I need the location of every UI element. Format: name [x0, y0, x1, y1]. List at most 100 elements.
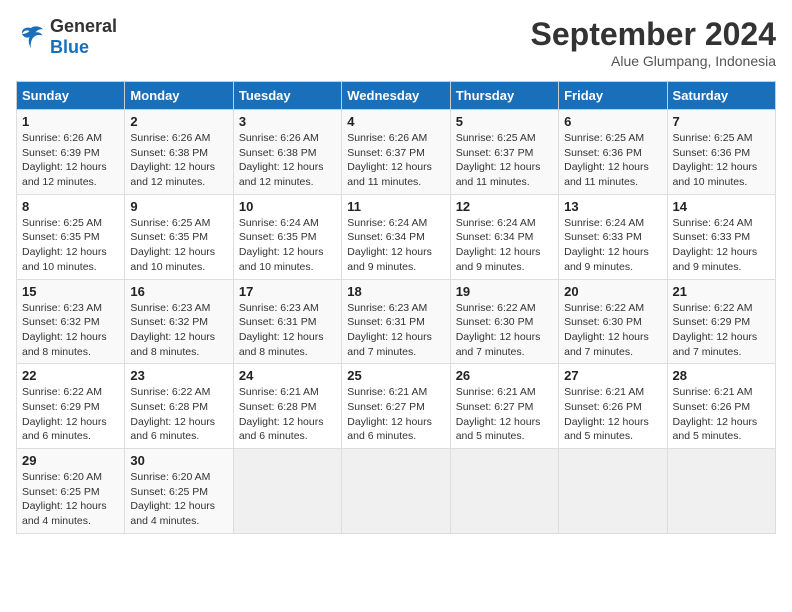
calendar-cell: 29 Sunrise: 6:20 AM Sunset: 6:25 PM Dayli…: [17, 449, 125, 534]
day-detail: Sunrise: 6:26 AM Sunset: 6:38 PM Dayligh…: [130, 131, 227, 190]
calendar-cell: 26Sunrise: 6:21 AM Sunset: 6:27 PM Dayli…: [450, 364, 558, 449]
day-detail: Sunrise: 6:23 AM Sunset: 6:32 PM Dayligh…: [22, 301, 119, 360]
calendar-day-header: Friday: [559, 82, 667, 110]
calendar-cell: 19 Sunrise: 6:22 AM Sunset: 6:30 PM Dayli…: [450, 279, 558, 364]
day-detail: Sunrise: 6:24 AM Sunset: 6:33 PM Dayligh…: [564, 216, 661, 275]
day-detail: Sunrise: 6:21 AM Sunset: 6:27 PM Dayligh…: [347, 385, 444, 444]
calendar-day-header: Sunday: [17, 82, 125, 110]
calendar-cell: 21Sunrise: 6:22 AM Sunset: 6:29 PM Dayli…: [667, 279, 775, 364]
day-detail: Sunrise: 6:22 AM Sunset: 6:28 PM Dayligh…: [130, 385, 227, 444]
calendar-cell: 12 Sunrise: 6:24 AM Sunset: 6:34 PM Dayli…: [450, 194, 558, 279]
calendar-week-row: 29 Sunrise: 6:20 AM Sunset: 6:25 PM Dayli…: [17, 449, 776, 534]
calendar-cell: 23 Sunrise: 6:22 AM Sunset: 6:28 PM Dayli…: [125, 364, 233, 449]
page-header: General Blue September 2024 Alue Glumpan…: [16, 16, 776, 69]
day-number: 16: [130, 284, 227, 299]
calendar-cell: [559, 449, 667, 534]
calendar-week-row: 22Sunrise: 6:22 AM Sunset: 6:29 PM Dayli…: [17, 364, 776, 449]
calendar-day-header: Monday: [125, 82, 233, 110]
calendar-cell: 30 Sunrise: 6:20 AM Sunset: 6:25 PM Dayli…: [125, 449, 233, 534]
day-detail: Sunrise: 6:26 AM Sunset: 6:37 PM Dayligh…: [347, 131, 444, 190]
day-detail: Sunrise: 6:20 AM Sunset: 6:25 PM Dayligh…: [130, 470, 227, 529]
day-number: 17: [239, 284, 336, 299]
day-number: 25: [347, 368, 444, 383]
calendar-cell: 3 Sunrise: 6:26 AM Sunset: 6:38 PM Daylig…: [233, 110, 341, 195]
day-detail: Sunrise: 6:25 AM Sunset: 6:36 PM Dayligh…: [673, 131, 770, 190]
day-detail: Sunrise: 6:25 AM Sunset: 6:37 PM Dayligh…: [456, 131, 553, 190]
day-detail: Sunrise: 6:23 AM Sunset: 6:32 PM Dayligh…: [130, 301, 227, 360]
day-number: 12: [456, 199, 553, 214]
day-number: 9: [130, 199, 227, 214]
month-title: September 2024: [531, 16, 776, 53]
day-detail: Sunrise: 6:23 AM Sunset: 6:31 PM Dayligh…: [239, 301, 336, 360]
calendar-cell: 6 Sunrise: 6:25 AM Sunset: 6:36 PM Daylig…: [559, 110, 667, 195]
day-detail: Sunrise: 6:22 AM Sunset: 6:29 PM Dayligh…: [673, 301, 770, 360]
day-number: 4: [347, 114, 444, 129]
calendar-cell: 2 Sunrise: 6:26 AM Sunset: 6:38 PM Daylig…: [125, 110, 233, 195]
day-number: 15: [22, 284, 119, 299]
calendar-cell: 18Sunrise: 6:23 AM Sunset: 6:31 PM Dayli…: [342, 279, 450, 364]
calendar-cell: 28 Sunrise: 6:21 AM Sunset: 6:26 PM Dayli…: [667, 364, 775, 449]
day-detail: Sunrise: 6:26 AM Sunset: 6:39 PM Dayligh…: [22, 131, 119, 190]
day-number: 3: [239, 114, 336, 129]
day-detail: Sunrise: 6:25 AM Sunset: 6:35 PM Dayligh…: [130, 216, 227, 275]
day-number: 11: [347, 199, 444, 214]
day-number: 24: [239, 368, 336, 383]
day-detail: Sunrise: 6:25 AM Sunset: 6:35 PM Dayligh…: [22, 216, 119, 275]
day-detail: Sunrise: 6:24 AM Sunset: 6:34 PM Dayligh…: [347, 216, 444, 275]
calendar-cell: 24 Sunrise: 6:21 AM Sunset: 6:28 PM Dayli…: [233, 364, 341, 449]
day-number: 19: [456, 284, 553, 299]
calendar-cell: [233, 449, 341, 534]
day-number: 8: [22, 199, 119, 214]
calendar-cell: 7Sunrise: 6:25 AM Sunset: 6:36 PM Daylig…: [667, 110, 775, 195]
calendar-cell: 11 Sunrise: 6:24 AM Sunset: 6:34 PM Dayli…: [342, 194, 450, 279]
calendar-cell: 9 Sunrise: 6:25 AM Sunset: 6:35 PM Daylig…: [125, 194, 233, 279]
day-number: 23: [130, 368, 227, 383]
day-detail: Sunrise: 6:22 AM Sunset: 6:29 PM Dayligh…: [22, 385, 119, 444]
calendar-week-row: 1 Sunrise: 6:26 AM Sunset: 6:39 PM Daylig…: [17, 110, 776, 195]
logo-icon: [16, 22, 46, 52]
day-detail: Sunrise: 6:24 AM Sunset: 6:33 PM Dayligh…: [673, 216, 770, 275]
calendar-cell: 15 Sunrise: 6:23 AM Sunset: 6:32 PM Dayli…: [17, 279, 125, 364]
day-detail: Sunrise: 6:21 AM Sunset: 6:28 PM Dayligh…: [239, 385, 336, 444]
calendar-cell: [450, 449, 558, 534]
day-detail: Sunrise: 6:25 AM Sunset: 6:36 PM Dayligh…: [564, 131, 661, 190]
calendar-day-header: Wednesday: [342, 82, 450, 110]
day-number: 13: [564, 199, 661, 214]
day-number: 28: [673, 368, 770, 383]
day-number: 20: [564, 284, 661, 299]
calendar-header-row: SundayMondayTuesdayWednesdayThursdayFrid…: [17, 82, 776, 110]
day-number: 30: [130, 453, 227, 468]
calendar-cell: 14 Sunrise: 6:24 AM Sunset: 6:33 PM Dayli…: [667, 194, 775, 279]
calendar-cell: 25 Sunrise: 6:21 AM Sunset: 6:27 PM Dayli…: [342, 364, 450, 449]
day-detail: Sunrise: 6:21 AM Sunset: 6:27 PM Dayligh…: [456, 385, 553, 444]
calendar-cell: 16 Sunrise: 6:23 AM Sunset: 6:32 PM Dayli…: [125, 279, 233, 364]
day-number: 1: [22, 114, 119, 129]
calendar-week-row: 8 Sunrise: 6:25 AM Sunset: 6:35 PM Daylig…: [17, 194, 776, 279]
day-detail: Sunrise: 6:20 AM Sunset: 6:25 PM Dayligh…: [22, 470, 119, 529]
calendar-cell: 8 Sunrise: 6:25 AM Sunset: 6:35 PM Daylig…: [17, 194, 125, 279]
calendar-week-row: 15 Sunrise: 6:23 AM Sunset: 6:32 PM Dayli…: [17, 279, 776, 364]
calendar-cell: 13 Sunrise: 6:24 AM Sunset: 6:33 PM Dayli…: [559, 194, 667, 279]
day-number: 14: [673, 199, 770, 214]
day-detail: Sunrise: 6:24 AM Sunset: 6:34 PM Dayligh…: [456, 216, 553, 275]
day-number: 6: [564, 114, 661, 129]
day-detail: Sunrise: 6:21 AM Sunset: 6:26 PM Dayligh…: [564, 385, 661, 444]
calendar-cell: 22Sunrise: 6:22 AM Sunset: 6:29 PM Dayli…: [17, 364, 125, 449]
logo: General Blue: [16, 16, 117, 58]
day-number: 2: [130, 114, 227, 129]
calendar-cell: 4 Sunrise: 6:26 AM Sunset: 6:37 PM Daylig…: [342, 110, 450, 195]
calendar-cell: 5 Sunrise: 6:25 AM Sunset: 6:37 PM Daylig…: [450, 110, 558, 195]
calendar-day-header: Saturday: [667, 82, 775, 110]
day-detail: Sunrise: 6:22 AM Sunset: 6:30 PM Dayligh…: [456, 301, 553, 360]
calendar-table: SundayMondayTuesdayWednesdayThursdayFrid…: [16, 81, 776, 534]
logo-text: General Blue: [50, 16, 117, 58]
day-detail: Sunrise: 6:22 AM Sunset: 6:30 PM Dayligh…: [564, 301, 661, 360]
day-number: 5: [456, 114, 553, 129]
calendar-day-header: Tuesday: [233, 82, 341, 110]
day-detail: Sunrise: 6:26 AM Sunset: 6:38 PM Dayligh…: [239, 131, 336, 190]
day-number: 29: [22, 453, 119, 468]
title-block: September 2024 Alue Glumpang, Indonesia: [531, 16, 776, 69]
calendar-cell: [342, 449, 450, 534]
calendar-day-header: Thursday: [450, 82, 558, 110]
day-detail: Sunrise: 6:21 AM Sunset: 6:26 PM Dayligh…: [673, 385, 770, 444]
